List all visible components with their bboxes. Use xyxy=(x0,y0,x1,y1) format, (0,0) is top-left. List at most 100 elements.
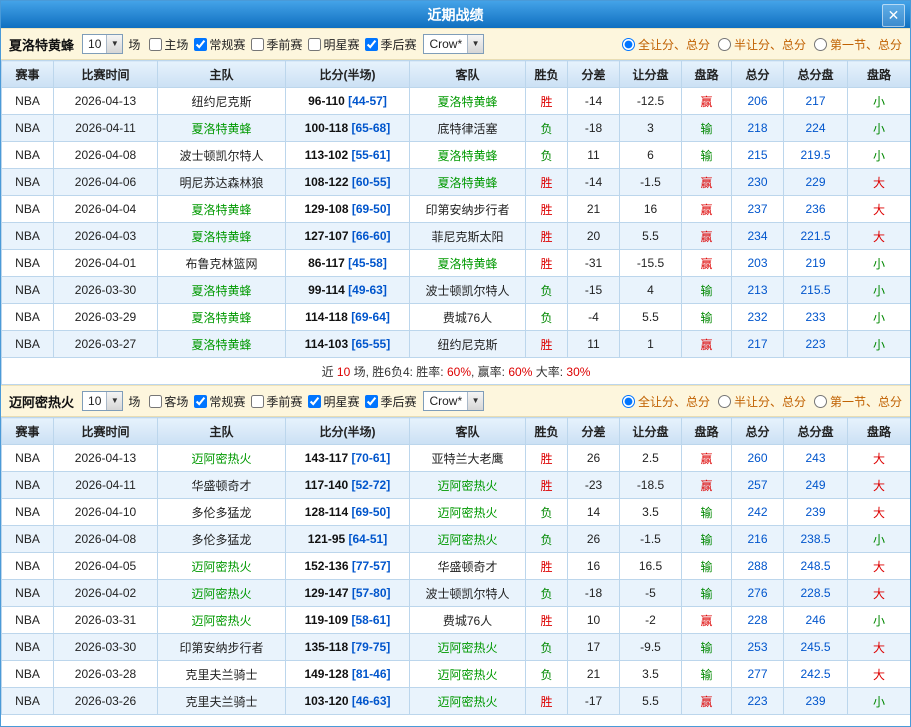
odds-mode-radio-group: 全让分、总分半让分、总分第一节、总分 xyxy=(614,36,902,53)
bookmaker-select[interactable]: Crow* ▼ xyxy=(423,34,484,54)
bookmaker-select[interactable]: Crow* ▼ xyxy=(423,391,484,411)
date-cell: 2026-03-27 xyxy=(54,331,158,358)
column-header: 主队 xyxy=(158,418,286,445)
handicap-result-cell: 输 xyxy=(682,553,732,580)
over-under-cell: 大 xyxy=(848,499,911,526)
filter-checkbox-input[interactable] xyxy=(149,395,162,408)
filter-checkbox: 常规赛 xyxy=(190,36,245,53)
winloss-cell: 负 xyxy=(526,304,568,331)
odds-mode-radio-input[interactable] xyxy=(814,38,827,51)
column-header: 盘路 xyxy=(682,418,732,445)
odds-mode-radio-input[interactable] xyxy=(622,38,635,51)
filter-checkbox-input[interactable] xyxy=(251,38,264,51)
handicap-result-cell: 赢 xyxy=(682,688,732,715)
diff-cell: -17 xyxy=(568,688,620,715)
total-points-cell: 218 xyxy=(732,115,784,142)
over-under-cell: 小 xyxy=(848,688,911,715)
handicap-result-cell: 输 xyxy=(682,526,732,553)
filter-checkbox-input[interactable] xyxy=(365,38,378,51)
total-points-cell: 203 xyxy=(732,250,784,277)
league-cell: NBA xyxy=(2,688,54,715)
filter-checkbox-label: 季后赛 xyxy=(380,393,416,410)
league-cell: NBA xyxy=(2,526,54,553)
league-cell: NBA xyxy=(2,250,54,277)
handicap-line-cell: -1.5 xyxy=(620,169,682,196)
filter-checkbox-input[interactable] xyxy=(251,395,264,408)
away-team-cell: 夏洛特黄蜂 xyxy=(410,88,526,115)
filter-checkbox-group: 主场常规赛季前赛明星赛季后赛 xyxy=(145,36,418,53)
filter-checkbox-input[interactable] xyxy=(308,38,321,51)
score-cell: 103-120 [46-63] xyxy=(286,688,410,715)
handicap-result-cell: 输 xyxy=(682,580,732,607)
date-cell: 2026-04-08 xyxy=(54,526,158,553)
odds-mode-radio: 半让分、总分 xyxy=(718,36,806,53)
filter-checkbox-label: 季前赛 xyxy=(266,393,302,410)
league-cell: NBA xyxy=(2,88,54,115)
over-under-cell: 小 xyxy=(848,88,911,115)
odds-mode-radio-input[interactable] xyxy=(718,38,731,51)
handicap-line-cell: 4 xyxy=(620,277,682,304)
diff-cell: 11 xyxy=(568,331,620,358)
games-count-select[interactable]: 10 ▼ xyxy=(82,391,123,411)
column-header: 总分盘 xyxy=(784,418,848,445)
total-line-cell: 238.5 xyxy=(784,526,848,553)
table-header-row: 赛事比赛时间主队比分(半场)客队胜负分差让分盘盘路总分总分盘盘路 xyxy=(2,61,911,88)
column-header: 比分(半场) xyxy=(286,418,410,445)
total-points-cell: 206 xyxy=(732,88,784,115)
score-cell: 113-102 [55-61] xyxy=(286,142,410,169)
league-cell: NBA xyxy=(2,634,54,661)
handicap-line-cell: 3.5 xyxy=(620,499,682,526)
handicap-line-cell: -15.5 xyxy=(620,250,682,277)
team-filter-bar: 迈阿密热火 10 ▼ 场 客场常规赛季前赛明星赛季后赛 Crow* ▼ 全让分、… xyxy=(1,385,910,417)
total-line-cell: 217 xyxy=(784,88,848,115)
filter-checkbox-label: 客场 xyxy=(164,393,188,410)
game-row: NBA2026-04-08多伦多猛龙121-95 [64-51]迈阿密热火负26… xyxy=(2,526,911,553)
away-team-cell: 夏洛特黄蜂 xyxy=(410,169,526,196)
away-team-cell: 印第安纳步行者 xyxy=(410,196,526,223)
dialog-titlebar: 近期战绩 ✕ xyxy=(1,1,910,28)
total-line-cell: 246 xyxy=(784,607,848,634)
odds-mode-radio-input[interactable] xyxy=(718,395,731,408)
date-cell: 2026-04-02 xyxy=(54,580,158,607)
score-cell: 121-95 [64-51] xyxy=(286,526,410,553)
home-team-cell: 克里夫兰骑士 xyxy=(158,661,286,688)
game-row: NBA2026-04-10多伦多猛龙128-114 [69-50]迈阿密热火负1… xyxy=(2,499,911,526)
total-points-cell: 232 xyxy=(732,304,784,331)
odds-mode-radio-input[interactable] xyxy=(814,395,827,408)
handicap-result-cell: 赢 xyxy=(682,445,732,472)
filter-checkbox-input[interactable] xyxy=(308,395,321,408)
total-points-cell: 288 xyxy=(732,553,784,580)
game-row: NBA2026-03-26克里夫兰骑士103-120 [46-63]迈阿密热火胜… xyxy=(2,688,911,715)
chevron-down-icon: ▼ xyxy=(467,35,483,53)
filter-checkbox-input[interactable] xyxy=(194,38,207,51)
filter-checkbox-label: 季后赛 xyxy=(380,36,416,53)
over-under-cell: 小 xyxy=(848,277,911,304)
away-team-cell: 底特律活塞 xyxy=(410,115,526,142)
total-line-cell: 215.5 xyxy=(784,277,848,304)
winloss-cell: 胜 xyxy=(526,88,568,115)
filter-checkbox-input[interactable] xyxy=(365,395,378,408)
filter-checkbox-input[interactable] xyxy=(149,38,162,51)
games-count-select[interactable]: 10 ▼ xyxy=(82,34,123,54)
home-team-cell: 波士顿凯尔特人 xyxy=(158,142,286,169)
odds-mode-radio-label: 半让分、总分 xyxy=(734,36,806,53)
total-points-cell: 223 xyxy=(732,688,784,715)
away-team-cell: 纽约尼克斯 xyxy=(410,331,526,358)
diff-cell: 16 xyxy=(568,553,620,580)
date-cell: 2026-03-30 xyxy=(54,634,158,661)
close-button[interactable]: ✕ xyxy=(882,4,905,27)
game-row: NBA2026-04-06明尼苏达森林狼108-122 [60-55]夏洛特黄蜂… xyxy=(2,169,911,196)
filter-checkbox-label: 常规赛 xyxy=(209,36,245,53)
home-team-cell: 夏洛特黄蜂 xyxy=(158,115,286,142)
diff-cell: 10 xyxy=(568,607,620,634)
score-cell: 135-118 [79-75] xyxy=(286,634,410,661)
odds-mode-radio-label: 全让分、总分 xyxy=(638,393,710,410)
filter-checkbox-input[interactable] xyxy=(194,395,207,408)
score-cell: 114-103 [65-55] xyxy=(286,331,410,358)
filter-checkbox-label: 明星赛 xyxy=(323,36,359,53)
game-row: NBA2026-03-30印第安纳步行者135-118 [79-75]迈阿密热火… xyxy=(2,634,911,661)
handicap-line-cell: -2 xyxy=(620,607,682,634)
handicap-line-cell: 6 xyxy=(620,142,682,169)
odds-mode-radio-input[interactable] xyxy=(622,395,635,408)
handicap-line-cell: 5.5 xyxy=(620,223,682,250)
